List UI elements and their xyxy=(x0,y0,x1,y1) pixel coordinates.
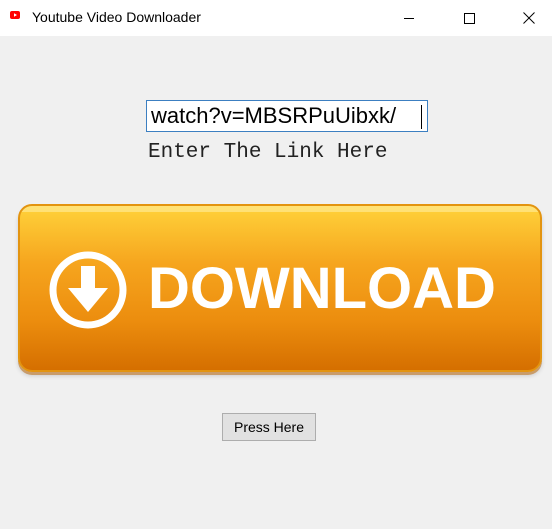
download-button[interactable]: DOWNLOAD xyxy=(18,204,542,372)
link-input[interactable] xyxy=(147,101,427,131)
press-here-button[interactable]: Press Here xyxy=(222,413,316,441)
maximize-button[interactable] xyxy=(446,0,492,36)
download-label: DOWNLOAD xyxy=(148,256,496,321)
close-button[interactable] xyxy=(506,0,552,36)
download-arrow-icon xyxy=(49,251,127,329)
text-caret xyxy=(421,105,422,129)
minimize-button[interactable] xyxy=(386,0,432,36)
link-hint-label: Enter The Link Here xyxy=(148,141,388,164)
minimize-icon xyxy=(404,18,414,19)
close-icon xyxy=(523,12,535,24)
title-bar: Youtube Video Downloader xyxy=(0,0,552,36)
youtube-icon xyxy=(10,11,20,19)
window-title: Youtube Video Downloader xyxy=(32,9,201,25)
maximize-icon xyxy=(463,12,475,24)
link-input-box[interactable] xyxy=(146,100,428,132)
